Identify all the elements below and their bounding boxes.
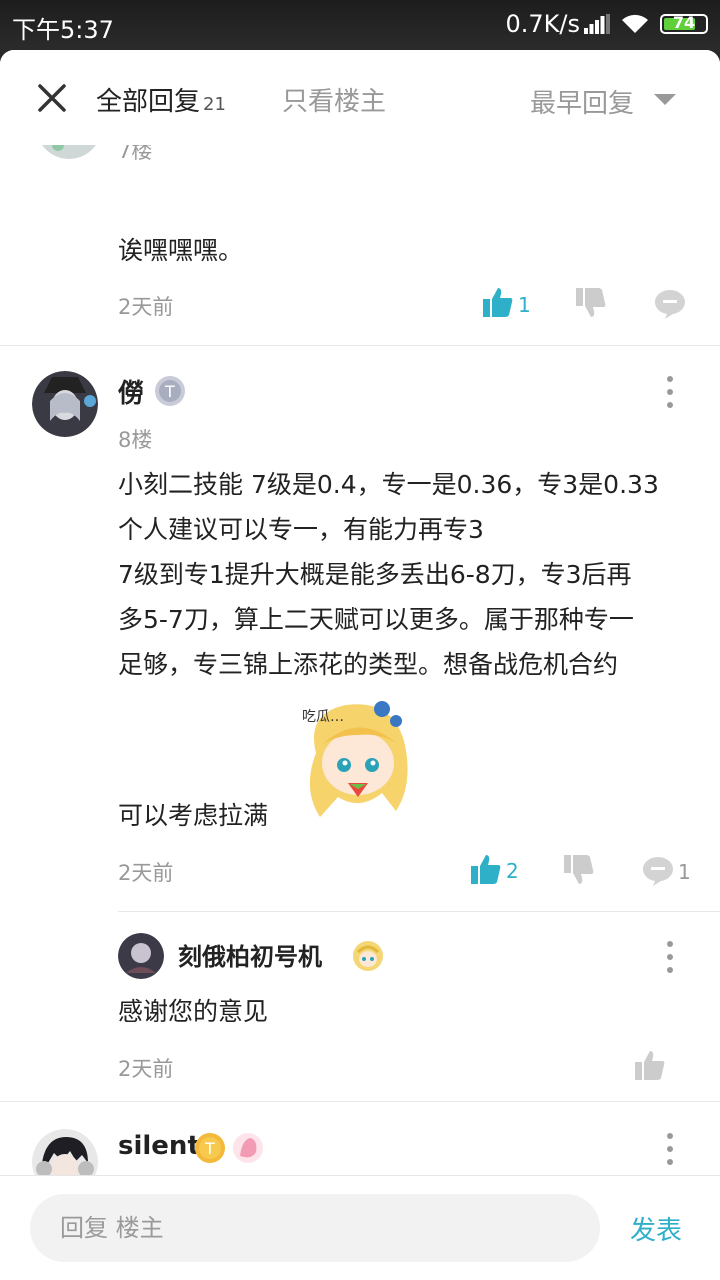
svg-text:T: T [164,382,175,401]
comment-icon[interactable] [642,855,674,887]
like-count: 1 [518,293,531,317]
avatar[interactable] [118,933,164,979]
thumbs-down-icon[interactable] [575,287,607,319]
tab-owner-only[interactable]: 只看楼主 [282,81,386,118]
thumbs-up-icon[interactable] [470,853,502,885]
post-line: 小刻二技能 7级是0.4，专一是0.36，专3是0.33 [118,470,659,499]
fan-badge-icon [233,1133,263,1163]
battery-icon: 74 [660,13,708,34]
close-icon[interactable] [34,80,70,116]
status-time: 下午5:37 [12,16,114,44]
username[interactable]: 僗 [118,373,144,410]
replies-header: 全部回复 21 只看楼主 最早回复 [0,50,720,145]
divider [0,1101,720,1102]
more-icon[interactable] [666,941,674,975]
network-speed: 0.7K/s [505,10,581,38]
sticker-caption: 吃瓜… [302,709,344,725]
more-icon[interactable] [666,376,674,410]
tab-all-replies[interactable]: 全部回复 21 [96,81,226,118]
sort-dropdown[interactable]: 最早回复 [530,83,634,120]
avatar[interactable] [32,371,98,437]
reply-input[interactable]: 回复 楼主 [30,1194,600,1262]
post-line: 足够，专三锦上添花的类型。想备战危机合约 [118,650,619,679]
level-badge-icon: T [195,1133,225,1163]
chevron-down-icon[interactable] [654,94,676,105]
reply-time: 2天前 [118,1057,174,1081]
thumbs-down-icon[interactable] [563,854,595,886]
avatar[interactable] [32,1129,98,1175]
fan-badge-icon [353,941,383,971]
username[interactable]: 刻俄柏初号机 [178,937,322,972]
divider [118,911,720,912]
status-bar: 下午5:37 0.7K/s 74 [0,0,720,50]
battery-level: 74 [672,13,696,32]
thumbs-up-icon[interactable] [634,1049,666,1081]
post-line: 个人建议可以专一，有能力再专3 [118,515,484,544]
tab-all-count: 21 [203,94,226,115]
reply-bar: 回复 楼主 发表 [0,1175,720,1280]
replies-list: 7楼 诶嘿嘿嘿。 2天前 1 僗 T 8楼 小刻二技能 7级是0.4，专一是0.… [0,145,720,1175]
post-time: 2天前 [118,861,174,885]
replies-sheet: 全部回复 21 只看楼主 最早回复 7楼 诶嘿嘿嘿。 2天前 1 僗 T 8楼 … [0,50,720,1280]
post-line: 可以考虑拉满 [118,801,269,830]
post-body: 小刻二技能 7级是0.4，专一是0.36，专3是0.33 个人建议可以专一，有能… [118,462,698,687]
like-count: 2 [506,859,519,883]
floor-number: 8楼 [118,428,153,452]
divider [0,345,720,346]
post-time: 2天前 [118,295,174,319]
avatar[interactable] [36,145,102,159]
level-badge-icon: T [155,376,185,406]
wifi-icon [622,14,648,33]
username[interactable]: silent [118,1131,200,1161]
tab-all-label: 全部回复 [96,87,201,117]
floor-number: 7楼 [118,145,153,163]
post-text: 诶嘿嘿嘿。 [118,236,244,265]
publish-button[interactable]: 发表 [630,1210,682,1247]
svg-text:T: T [204,1139,215,1158]
post-line: 7级到专1提升大概是能多丢出6-8刀，专3后再 [118,560,632,589]
more-icon[interactable] [666,1133,674,1167]
signal-icon [584,14,610,34]
reply-text: 感谢您的意见 [118,997,269,1026]
post-line: 多5-7刀，算上二天赋可以更多。属于那种专一 [118,605,634,634]
comment-count: 1 [678,860,691,884]
comment-icon[interactable] [654,288,686,320]
thumbs-up-icon[interactable] [482,286,514,318]
